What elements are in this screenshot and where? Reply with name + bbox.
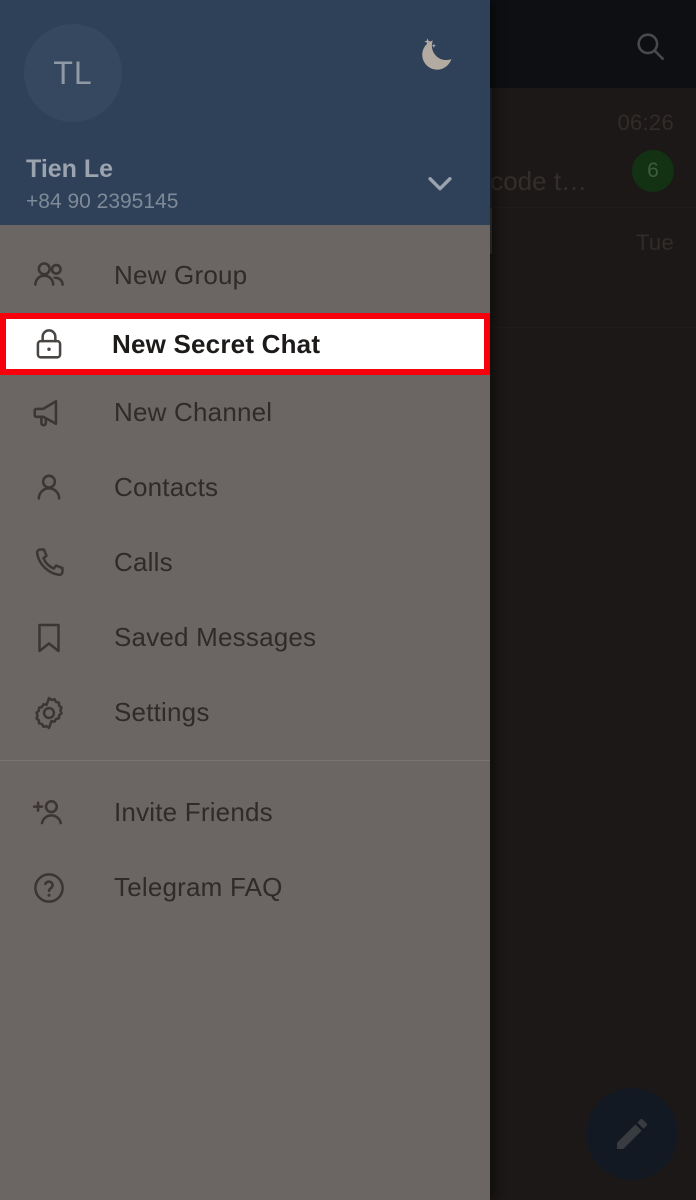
bookmark-icon: [24, 613, 74, 663]
menu-item-calls[interactable]: Calls: [0, 525, 490, 600]
gear-icon: [24, 688, 74, 738]
chevron-down-icon[interactable]: [412, 160, 468, 206]
avatar[interactable]: TL: [24, 24, 122, 122]
menu-item-new-channel[interactable]: New Channel: [0, 375, 490, 450]
lock-icon: [24, 319, 74, 369]
menu-item-label: Settings: [114, 697, 210, 727]
group-icon: [24, 251, 74, 301]
menu-item-new-group[interactable]: New Group: [0, 238, 490, 313]
menu-item-label: New Group: [114, 260, 248, 290]
person-add-icon: [24, 788, 74, 838]
menu-item-label: Calls: [114, 547, 173, 577]
profile-phone: +84 90 2395145: [26, 190, 179, 213]
person-icon: [24, 463, 74, 513]
phone-icon: [24, 538, 74, 588]
menu-item-label: New Channel: [114, 397, 273, 427]
menu-item-invite-friends[interactable]: Invite Friends: [0, 775, 490, 850]
megaphone-icon: [24, 388, 74, 438]
menu-item-label: Telegram FAQ: [114, 872, 283, 902]
drawer-header: TL Tien Le +84 90 2395145: [0, 0, 490, 225]
menu-item-saved-messages[interactable]: Saved Messages: [0, 600, 490, 675]
menu-divider: [0, 760, 490, 761]
app-screen: 06:26 s code t… 6 Tue TL Tien Le +84 90 …: [0, 0, 696, 1200]
menu-item-label: Contacts: [114, 472, 219, 502]
menu-item-label: New Secret Chat: [112, 328, 321, 359]
navigation-drawer: TL Tien Le +84 90 2395145 New Group New …: [0, 0, 490, 1200]
drawer-menu-list: New Group New Secret Chat New Channel Co…: [0, 225, 490, 925]
menu-item-label: Invite Friends: [114, 797, 273, 827]
help-circle-icon: [24, 863, 74, 913]
avatar-initials: TL: [53, 54, 93, 91]
menu-item-label: Saved Messages: [114, 622, 317, 652]
menu-item-settings[interactable]: Settings: [0, 675, 490, 750]
profile-name: Tien Le: [26, 155, 114, 183]
moon-icon[interactable]: [408, 26, 466, 82]
menu-item-new-secret-chat[interactable]: New Secret Chat: [0, 313, 490, 375]
menu-item-telegram-faq[interactable]: Telegram FAQ: [0, 850, 490, 925]
menu-item-contacts[interactable]: Contacts: [0, 450, 490, 525]
